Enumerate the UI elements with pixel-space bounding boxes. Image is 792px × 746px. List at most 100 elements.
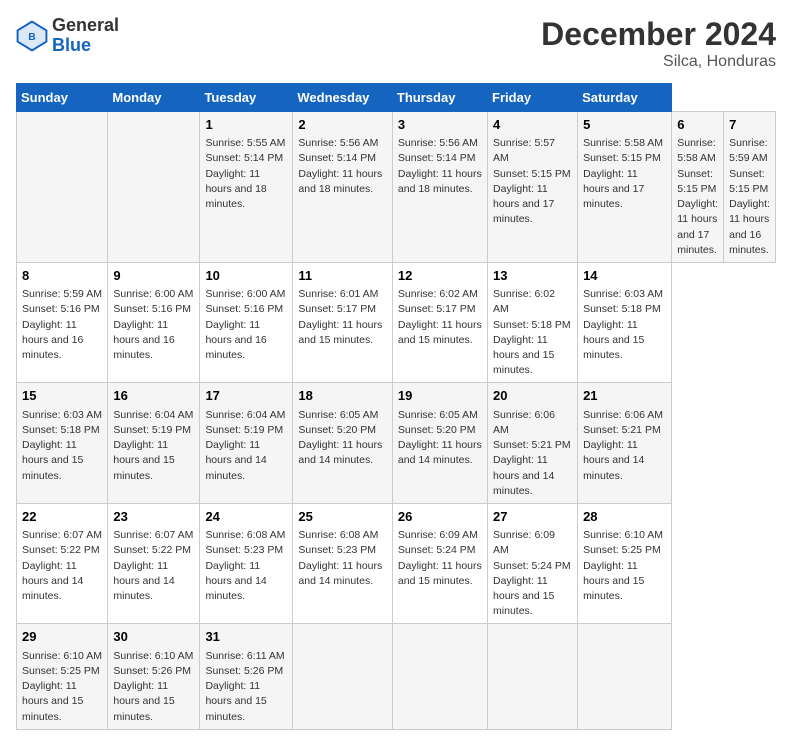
- day-info: Sunrise: 6:06 AM Sunset: 5:21 PM Dayligh…: [583, 408, 666, 484]
- day-of-week-header: Saturday: [578, 84, 672, 112]
- day-info: Sunrise: 5:59 AM Sunset: 5:15 PM Dayligh…: [729, 136, 770, 258]
- day-number: 13: [493, 267, 572, 285]
- calendar-cell: 21 Sunrise: 6:06 AM Sunset: 5:21 PM Dayl…: [578, 383, 672, 504]
- calendar-week-row: 1 Sunrise: 5:55 AM Sunset: 5:14 PM Dayli…: [17, 112, 776, 263]
- day-info: Sunrise: 5:59 AM Sunset: 5:16 PM Dayligh…: [22, 287, 102, 363]
- day-of-week-header: Thursday: [392, 84, 487, 112]
- calendar-cell: 19 Sunrise: 6:05 AM Sunset: 5:20 PM Dayl…: [392, 383, 487, 504]
- day-info: Sunrise: 6:00 AM Sunset: 5:16 PM Dayligh…: [113, 287, 194, 363]
- day-number: 18: [298, 387, 387, 405]
- calendar-cell: [293, 624, 393, 729]
- day-number: 12: [398, 267, 482, 285]
- day-number: 1: [205, 116, 287, 134]
- calendar-cell: [578, 624, 672, 729]
- day-number: 10: [205, 267, 287, 285]
- day-number: 24: [205, 508, 287, 526]
- page-header: B General Blue December 2024 Silca, Hond…: [16, 16, 776, 71]
- day-info: Sunrise: 6:05 AM Sunset: 5:20 PM Dayligh…: [298, 408, 387, 469]
- day-number: 20: [493, 387, 572, 405]
- calendar-cell: 4 Sunrise: 5:57 AM Sunset: 5:15 PM Dayli…: [488, 112, 578, 263]
- calendar-week-row: 15 Sunrise: 6:03 AM Sunset: 5:18 PM Dayl…: [17, 383, 776, 504]
- day-number: 25: [298, 508, 387, 526]
- day-number: 4: [493, 116, 572, 134]
- day-info: Sunrise: 6:05 AM Sunset: 5:20 PM Dayligh…: [398, 408, 482, 469]
- calendar-cell: 14 Sunrise: 6:03 AM Sunset: 5:18 PM Dayl…: [578, 262, 672, 383]
- day-number: 29: [22, 628, 102, 646]
- logo-blue: Blue: [52, 36, 119, 56]
- calendar-cell: [17, 112, 108, 263]
- day-number: 27: [493, 508, 572, 526]
- calendar-cell: 25 Sunrise: 6:08 AM Sunset: 5:23 PM Dayl…: [293, 503, 393, 624]
- calendar-cell: 26 Sunrise: 6:09 AM Sunset: 5:24 PM Dayl…: [392, 503, 487, 624]
- day-info: Sunrise: 6:00 AM Sunset: 5:16 PM Dayligh…: [205, 287, 287, 363]
- day-info: Sunrise: 6:04 AM Sunset: 5:19 PM Dayligh…: [113, 408, 194, 484]
- calendar-cell: 17 Sunrise: 6:04 AM Sunset: 5:19 PM Dayl…: [200, 383, 293, 504]
- calendar-cell: 22 Sunrise: 6:07 AM Sunset: 5:22 PM Dayl…: [17, 503, 108, 624]
- day-number: 11: [298, 267, 387, 285]
- calendar-cell: 27 Sunrise: 6:09 AM Sunset: 5:24 PM Dayl…: [488, 503, 578, 624]
- day-of-week-header: Sunday: [17, 84, 108, 112]
- day-number: 6: [677, 116, 718, 134]
- calendar-cell: 23 Sunrise: 6:07 AM Sunset: 5:22 PM Dayl…: [108, 503, 200, 624]
- day-info: Sunrise: 6:10 AM Sunset: 5:25 PM Dayligh…: [583, 528, 666, 604]
- calendar-cell: 5 Sunrise: 5:58 AM Sunset: 5:15 PM Dayli…: [578, 112, 672, 263]
- calendar-cell: 29 Sunrise: 6:10 AM Sunset: 5:25 PM Dayl…: [17, 624, 108, 729]
- day-info: Sunrise: 5:56 AM Sunset: 5:14 PM Dayligh…: [298, 136, 387, 197]
- calendar-cell: 11 Sunrise: 6:01 AM Sunset: 5:17 PM Dayl…: [293, 262, 393, 383]
- calendar-week-row: 8 Sunrise: 5:59 AM Sunset: 5:16 PM Dayli…: [17, 262, 776, 383]
- calendar-cell: 30 Sunrise: 6:10 AM Sunset: 5:26 PM Dayl…: [108, 624, 200, 729]
- day-info: Sunrise: 6:08 AM Sunset: 5:23 PM Dayligh…: [298, 528, 387, 589]
- day-number: 8: [22, 267, 102, 285]
- calendar-week-row: 22 Sunrise: 6:07 AM Sunset: 5:22 PM Dayl…: [17, 503, 776, 624]
- day-number: 9: [113, 267, 194, 285]
- day-number: 14: [583, 267, 666, 285]
- day-info: Sunrise: 6:10 AM Sunset: 5:26 PM Dayligh…: [113, 649, 194, 725]
- day-info: Sunrise: 6:04 AM Sunset: 5:19 PM Dayligh…: [205, 408, 287, 484]
- day-info: Sunrise: 6:09 AM Sunset: 5:24 PM Dayligh…: [398, 528, 482, 589]
- day-number: 7: [729, 116, 770, 134]
- day-number: 28: [583, 508, 666, 526]
- calendar-cell: 9 Sunrise: 6:00 AM Sunset: 5:16 PM Dayli…: [108, 262, 200, 383]
- calendar-cell: 6 Sunrise: 5:58 AM Sunset: 5:15 PM Dayli…: [672, 112, 724, 263]
- logo-general: General: [52, 16, 119, 36]
- calendar-cell: 16 Sunrise: 6:04 AM Sunset: 5:19 PM Dayl…: [108, 383, 200, 504]
- calendar-cell: 10 Sunrise: 6:00 AM Sunset: 5:16 PM Dayl…: [200, 262, 293, 383]
- day-info: Sunrise: 5:57 AM Sunset: 5:15 PM Dayligh…: [493, 136, 572, 227]
- day-of-week-header: Friday: [488, 84, 578, 112]
- day-info: Sunrise: 6:02 AM Sunset: 5:18 PM Dayligh…: [493, 287, 572, 378]
- day-number: 21: [583, 387, 666, 405]
- day-number: 2: [298, 116, 387, 134]
- calendar-cell: 24 Sunrise: 6:08 AM Sunset: 5:23 PM Dayl…: [200, 503, 293, 624]
- day-of-week-header: Monday: [108, 84, 200, 112]
- day-info: Sunrise: 5:58 AM Sunset: 5:15 PM Dayligh…: [583, 136, 666, 212]
- location: Silca, Honduras: [541, 53, 776, 71]
- calendar-cell: [392, 624, 487, 729]
- day-info: Sunrise: 6:07 AM Sunset: 5:22 PM Dayligh…: [22, 528, 102, 604]
- day-info: Sunrise: 6:06 AM Sunset: 5:21 PM Dayligh…: [493, 408, 572, 499]
- day-info: Sunrise: 6:03 AM Sunset: 5:18 PM Dayligh…: [22, 408, 102, 484]
- day-number: 19: [398, 387, 482, 405]
- calendar-cell: 12 Sunrise: 6:02 AM Sunset: 5:17 PM Dayl…: [392, 262, 487, 383]
- day-info: Sunrise: 5:56 AM Sunset: 5:14 PM Dayligh…: [398, 136, 482, 197]
- calendar-cell: 7 Sunrise: 5:59 AM Sunset: 5:15 PM Dayli…: [724, 112, 776, 263]
- day-number: 3: [398, 116, 482, 134]
- day-info: Sunrise: 6:01 AM Sunset: 5:17 PM Dayligh…: [298, 287, 387, 348]
- calendar-cell: 13 Sunrise: 6:02 AM Sunset: 5:18 PM Dayl…: [488, 262, 578, 383]
- day-number: 17: [205, 387, 287, 405]
- calendar-cell: 2 Sunrise: 5:56 AM Sunset: 5:14 PM Dayli…: [293, 112, 393, 263]
- day-number: 5: [583, 116, 666, 134]
- calendar-week-row: 29 Sunrise: 6:10 AM Sunset: 5:25 PM Dayl…: [17, 624, 776, 729]
- calendar-cell: 28 Sunrise: 6:10 AM Sunset: 5:25 PM Dayl…: [578, 503, 672, 624]
- calendar-cell: 31 Sunrise: 6:11 AM Sunset: 5:26 PM Dayl…: [200, 624, 293, 729]
- day-info: Sunrise: 6:03 AM Sunset: 5:18 PM Dayligh…: [583, 287, 666, 363]
- day-info: Sunrise: 6:07 AM Sunset: 5:22 PM Dayligh…: [113, 528, 194, 604]
- day-number: 26: [398, 508, 482, 526]
- day-info: Sunrise: 6:08 AM Sunset: 5:23 PM Dayligh…: [205, 528, 287, 604]
- day-number: 16: [113, 387, 194, 405]
- day-number: 31: [205, 628, 287, 646]
- day-info: Sunrise: 5:58 AM Sunset: 5:15 PM Dayligh…: [677, 136, 718, 258]
- calendar-header-row: SundayMondayTuesdayWednesdayThursdayFrid…: [17, 84, 776, 112]
- calendar-cell: 1 Sunrise: 5:55 AM Sunset: 5:14 PM Dayli…: [200, 112, 293, 263]
- calendar-cell: [488, 624, 578, 729]
- calendar-cell: [108, 112, 200, 263]
